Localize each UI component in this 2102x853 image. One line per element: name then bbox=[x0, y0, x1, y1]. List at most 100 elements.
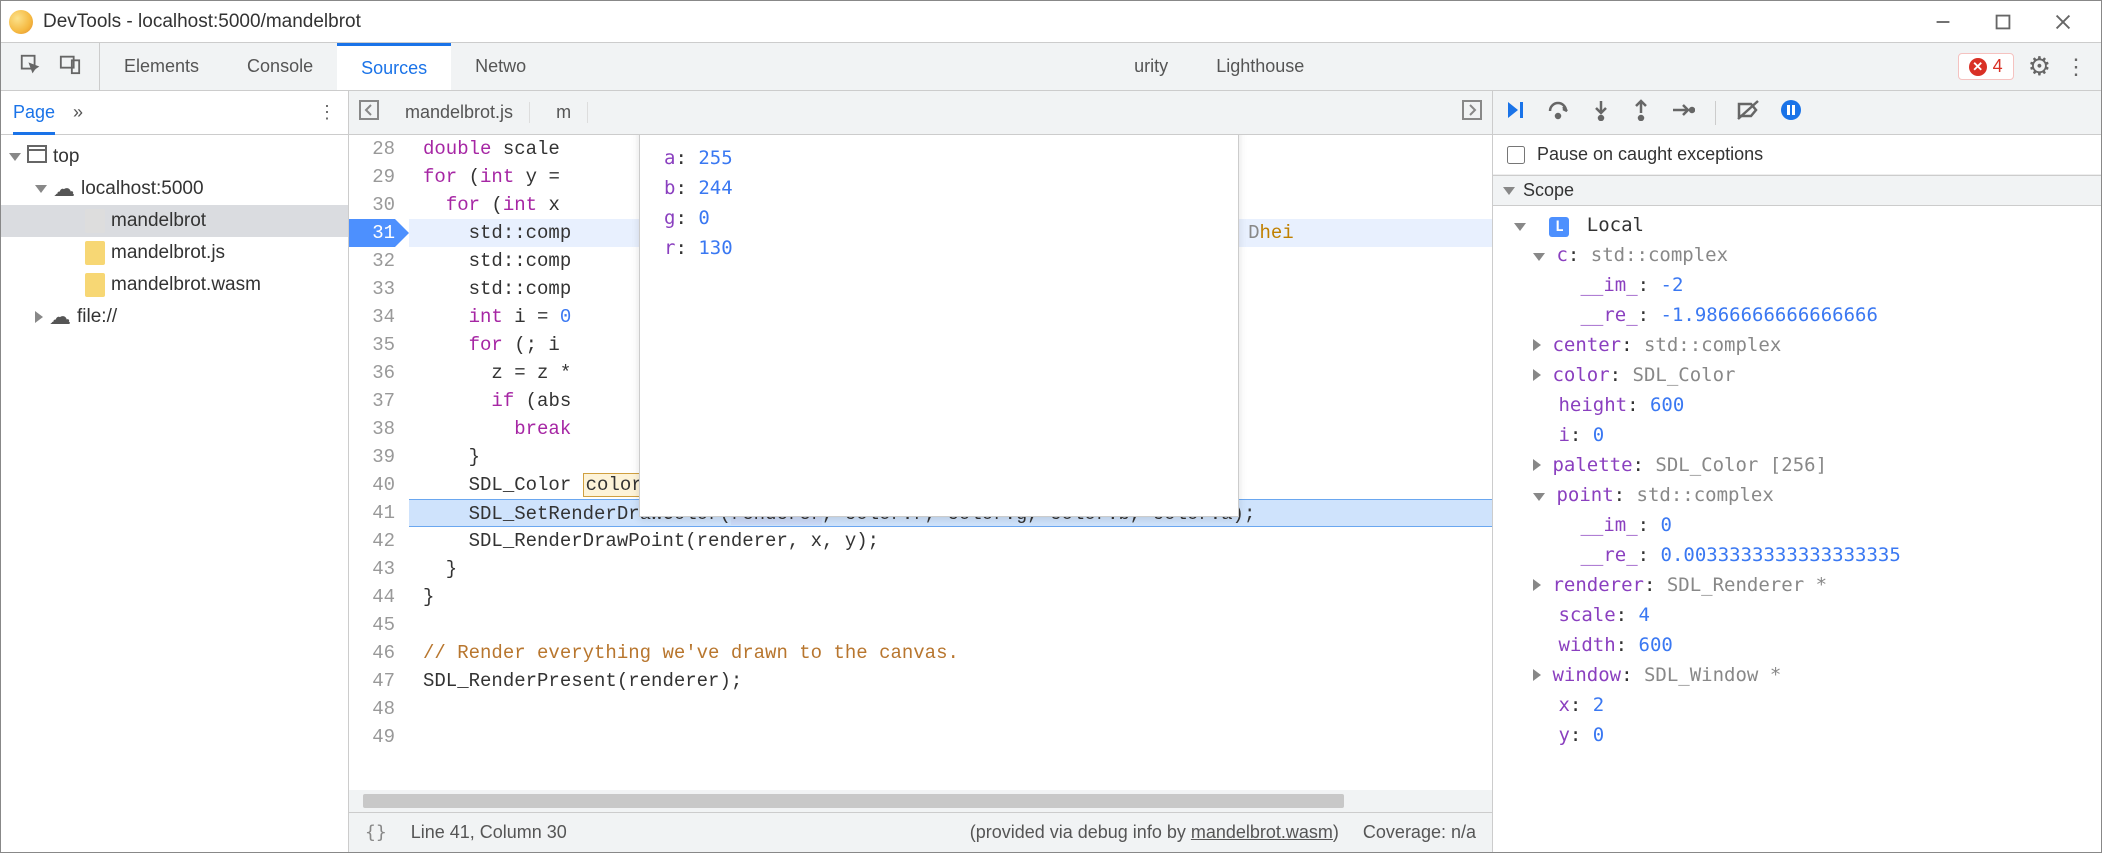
scope-entry[interactable]: point: std::complex bbox=[1493, 480, 2101, 510]
scope-entry[interactable]: __re_: -1.9866666666666666 bbox=[1493, 300, 2101, 330]
nav-back-icon[interactable] bbox=[359, 100, 379, 125]
tree-file-scheme[interactable]: ☁ file:// bbox=[1, 301, 348, 333]
format-icon[interactable]: {} bbox=[365, 822, 387, 843]
source-map-link[interactable]: mandelbrot.wasm bbox=[1191, 822, 1333, 842]
tree-origin[interactable]: ☁ localhost:5000 bbox=[1, 173, 348, 205]
code-line[interactable] bbox=[409, 611, 1492, 639]
line-number[interactable]: 38 bbox=[349, 415, 395, 443]
line-number[interactable]: 48 bbox=[349, 695, 395, 723]
line-number[interactable]: 31 bbox=[349, 219, 395, 247]
sidebar-tab-more[interactable]: » bbox=[73, 102, 83, 123]
line-number[interactable]: 43 bbox=[349, 555, 395, 583]
line-number[interactable]: 42 bbox=[349, 527, 395, 555]
scope-entry[interactable]: width: 600 bbox=[1493, 630, 2101, 660]
scope-entry[interactable]: center: std::complex bbox=[1493, 330, 2101, 360]
line-number[interactable]: 29 bbox=[349, 163, 395, 191]
tab-network[interactable]: Netwo bbox=[451, 43, 550, 90]
step-into-icon[interactable] bbox=[1591, 99, 1611, 127]
sidebar-tab-page[interactable]: Page bbox=[13, 90, 55, 135]
line-number[interactable]: 30 bbox=[349, 191, 395, 219]
scrollbar-thumb[interactable] bbox=[363, 794, 1344, 808]
scope-entry[interactable]: height: 600 bbox=[1493, 390, 2101, 420]
tooltip-entry: r: 130 bbox=[664, 233, 1214, 263]
line-number[interactable]: 41 bbox=[349, 499, 395, 527]
resume-icon[interactable] bbox=[1505, 99, 1527, 127]
tree-file-mandelbrot[interactable]: mandelbrot bbox=[1, 205, 348, 237]
code-line[interactable] bbox=[409, 723, 1492, 751]
line-number[interactable]: 32 bbox=[349, 247, 395, 275]
code-line[interactable]: } bbox=[409, 583, 1492, 611]
line-number[interactable]: 40 bbox=[349, 471, 395, 499]
tab-elements[interactable]: Elements bbox=[100, 43, 223, 90]
scope-entry[interactable]: __im_: -2 bbox=[1493, 270, 2101, 300]
line-number[interactable]: 28 bbox=[349, 135, 395, 163]
tree-file-label: mandelbrot.wasm bbox=[111, 274, 261, 296]
scope-entry[interactable]: y: 0 bbox=[1493, 720, 2101, 750]
maximize-button[interactable] bbox=[1973, 1, 2033, 43]
code-line[interactable]: } bbox=[409, 555, 1492, 583]
nav-forward-icon[interactable] bbox=[1462, 100, 1482, 125]
line-number[interactable]: 47 bbox=[349, 667, 395, 695]
window-frame-icon bbox=[27, 145, 47, 169]
sidebar: Page » ⋮ top ☁ localhost:5000 mandelbrot bbox=[1, 91, 349, 852]
tab-security[interactable]: urity bbox=[1110, 43, 1192, 90]
scope-entry[interactable]: i: 0 bbox=[1493, 420, 2101, 450]
error-counter[interactable]: ✕ 4 bbox=[1958, 53, 2014, 80]
line-number[interactable]: 36 bbox=[349, 359, 395, 387]
tab-sources[interactable]: Sources bbox=[337, 43, 451, 90]
step-icon[interactable] bbox=[1671, 100, 1695, 126]
debugger-toolbar bbox=[1493, 91, 2101, 135]
title-bar: DevTools - localhost:5000/mandelbrot bbox=[1, 1, 2101, 43]
hover-tooltip: SDL_Color a: 255b: 244g: 0r: 130 bbox=[639, 135, 1239, 517]
close-button[interactable] bbox=[2033, 1, 2093, 43]
line-number[interactable]: 33 bbox=[349, 275, 395, 303]
line-number[interactable]: 37 bbox=[349, 387, 395, 415]
file-tab-partial[interactable]: m bbox=[540, 102, 588, 123]
code-editor[interactable]: 2829303132333435363738394041424344454647… bbox=[349, 135, 1492, 790]
file-tab-mandelbrot-js[interactable]: mandelbrot.js bbox=[389, 102, 530, 123]
minimize-button[interactable] bbox=[1913, 1, 1973, 43]
line-number[interactable]: 35 bbox=[349, 331, 395, 359]
scope-entry[interactable]: renderer: SDL_Renderer * bbox=[1493, 570, 2101, 600]
file-tree: top ☁ localhost:5000 mandelbrot mandelbr… bbox=[1, 135, 348, 339]
line-number[interactable]: 34 bbox=[349, 303, 395, 331]
scope-entry[interactable]: scale: 4 bbox=[1493, 600, 2101, 630]
inspect-icon[interactable] bbox=[19, 53, 41, 80]
scope-entry[interactable]: __im_: 0 bbox=[1493, 510, 2101, 540]
line-number[interactable]: 44 bbox=[349, 583, 395, 611]
horizontal-scrollbar[interactable] bbox=[349, 790, 1492, 812]
tree-file-mandelbrot-js[interactable]: mandelbrot.js bbox=[1, 237, 348, 269]
scope-entry[interactable]: color: SDL_Color bbox=[1493, 360, 2101, 390]
tree-top[interactable]: top bbox=[1, 141, 348, 173]
code-line[interactable] bbox=[409, 695, 1492, 723]
line-number[interactable]: 49 bbox=[349, 723, 395, 751]
line-number[interactable]: 39 bbox=[349, 443, 395, 471]
scope-entry[interactable]: x: 2 bbox=[1493, 690, 2101, 720]
code-line[interactable]: SDL_RenderPresent(renderer); bbox=[409, 667, 1492, 695]
line-number[interactable]: 45 bbox=[349, 611, 395, 639]
code-line[interactable]: SDL_RenderDrawPoint(renderer, x, y); bbox=[409, 527, 1492, 555]
settings-icon[interactable]: ⚙ bbox=[2028, 51, 2051, 82]
more-icon[interactable]: ⋮ bbox=[2065, 54, 2087, 80]
step-over-icon[interactable] bbox=[1547, 99, 1571, 127]
pause-on-exceptions-row[interactable]: Pause on caught exceptions bbox=[1493, 135, 2101, 175]
scope-local-header[interactable]: L Local bbox=[1493, 210, 2101, 240]
tab-lighthouse[interactable]: Lighthouse bbox=[1192, 43, 1328, 90]
step-out-icon[interactable] bbox=[1631, 99, 1651, 127]
device-icon[interactable] bbox=[59, 53, 81, 80]
scope-entry[interactable]: window: SDL_Window * bbox=[1493, 660, 2101, 690]
scope-section-header[interactable]: Scope bbox=[1493, 175, 2101, 206]
pause-exceptions-icon[interactable] bbox=[1780, 99, 1802, 127]
sidebar-menu-icon[interactable]: ⋮ bbox=[318, 102, 336, 123]
tab-console[interactable]: Console bbox=[223, 43, 337, 90]
scope-entry[interactable]: palette: SDL_Color [256] bbox=[1493, 450, 2101, 480]
deactivate-breakpoints-icon[interactable] bbox=[1736, 99, 1760, 127]
chevron-right-icon bbox=[1533, 369, 1541, 381]
pause-checkbox[interactable] bbox=[1507, 146, 1525, 164]
scope-entry[interactable]: c: std::complex bbox=[1493, 240, 2101, 270]
tree-file-mandelbrot-wasm[interactable]: mandelbrot.wasm bbox=[1, 269, 348, 301]
line-gutter[interactable]: 2829303132333435363738394041424344454647… bbox=[349, 135, 409, 790]
scope-entry[interactable]: __re_: 0.0033333333333333335 bbox=[1493, 540, 2101, 570]
line-number[interactable]: 46 bbox=[349, 639, 395, 667]
code-line[interactable]: // Render everything we've drawn to the … bbox=[409, 639, 1492, 667]
